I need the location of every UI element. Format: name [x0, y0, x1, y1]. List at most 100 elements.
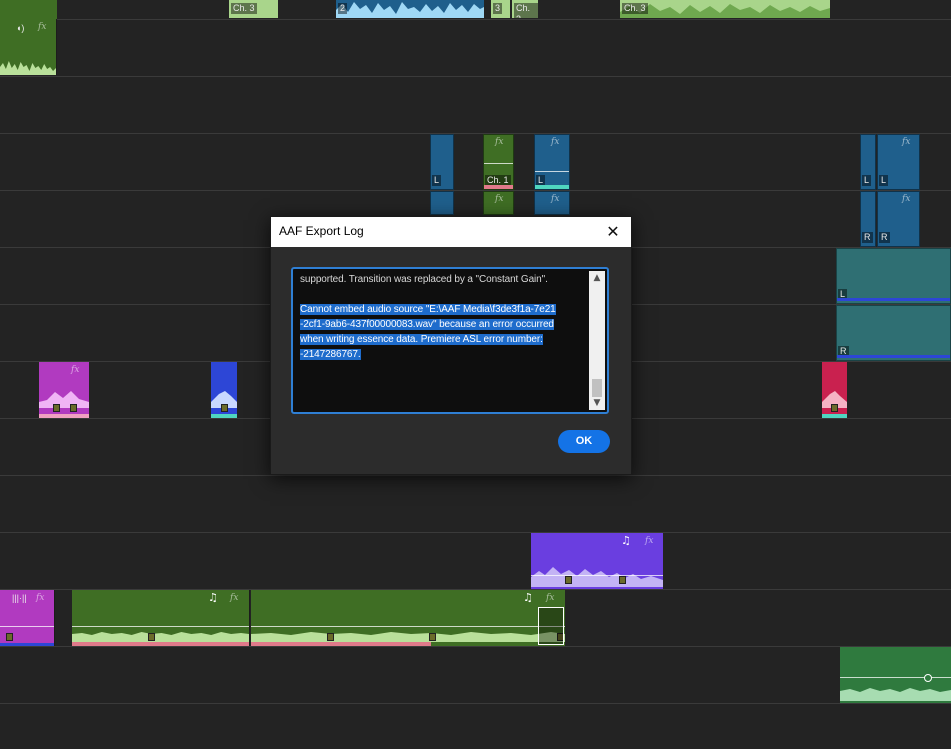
audio-clip[interactable]: 2: [336, 0, 484, 18]
clip-label: Ch. 3: [231, 3, 257, 14]
clip-label: 2: [338, 3, 348, 14]
log-text: supported. Transition was replaced by a …: [300, 272, 586, 362]
track-divider: [0, 190, 951, 191]
keyframe[interactable]: [148, 633, 155, 641]
audio-clip[interactable]: fx: [534, 191, 570, 215]
fx-icon: fx: [495, 194, 504, 204]
export-log-textarea[interactable]: supported. Transition was replaced by a …: [291, 267, 609, 414]
keyframe[interactable]: [221, 404, 228, 412]
audio-clip[interactable]: fx Ch. 1: [483, 134, 514, 190]
clip-indicator: [72, 642, 249, 646]
channel-label: R: [862, 232, 873, 243]
audio-clip[interactable]: ♫ fx: [72, 590, 250, 646]
audio-clip[interactable]: |||·|| fx: [0, 590, 55, 646]
audio-clip[interactable]: fx R: [877, 191, 920, 247]
keyframe[interactable]: [327, 633, 334, 641]
audio-clip[interactable]: L: [860, 134, 876, 190]
audio-clip[interactable]: [822, 362, 847, 418]
audio-clip[interactable]: fx: [39, 362, 89, 418]
audio-clip[interactable]: [211, 362, 237, 418]
ok-button[interactable]: OK: [558, 430, 610, 453]
audio-clip[interactable]: R: [860, 191, 876, 247]
audio-clip[interactable]: [0, 0, 57, 19]
track-divider: [0, 646, 951, 647]
log-line-selected: when writing essence data. Premiere ASL …: [300, 334, 543, 345]
track-divider: [0, 703, 951, 704]
keyframe[interactable]: [924, 674, 932, 682]
track-divider: [0, 19, 951, 20]
volume-line: [535, 171, 569, 172]
close-icon[interactable]: ✕: [601, 220, 625, 244]
volume-line: [484, 163, 513, 164]
waveform: [336, 2, 484, 18]
keyframe[interactable]: [565, 576, 572, 584]
audio-clip[interactable]: Ch. 3: [620, 0, 830, 18]
audio-clip[interactable]: L: [430, 134, 454, 190]
keyframe[interactable]: [6, 633, 13, 641]
clip-indicator: [251, 642, 431, 646]
clip-label: Ch. 3: [514, 3, 538, 18]
music-note-icon: ♫: [208, 591, 218, 604]
channel-label: L: [862, 175, 872, 186]
clip-indicator: [535, 185, 569, 189]
audio-clip[interactable]: Ch. 3: [229, 0, 278, 18]
log-line-selected: -2147286767.: [300, 349, 361, 360]
waveform: [531, 567, 663, 587]
audio-clip[interactable]: fx: [483, 191, 514, 215]
fx-icon: fx: [551, 137, 560, 147]
audio-clip[interactable]: [430, 191, 454, 215]
keyframe[interactable]: [429, 633, 436, 641]
volume-line: [0, 626, 54, 627]
channel-label: L: [432, 175, 442, 186]
track-divider: [0, 133, 951, 134]
clip-indicator: [39, 414, 89, 418]
scroll-down-icon[interactable]: ▼: [589, 396, 605, 410]
audio-clip[interactable]: [840, 647, 951, 703]
music-note-icon: ♫: [621, 534, 631, 547]
volume-line: [72, 626, 249, 627]
log-line-selected: Cannot embed audio source "E:\AAF Media\…: [300, 304, 556, 315]
log-line: supported. Transition was replaced by a …: [300, 274, 548, 285]
dialog-titlebar[interactable]: AAF Export Log ✕: [271, 217, 631, 247]
fx-icon: fx: [546, 593, 555, 603]
clip-indicator: [484, 185, 513, 189]
transition[interactable]: [538, 607, 564, 645]
keyframe[interactable]: [619, 576, 626, 584]
audio-clip[interactable]: R: [836, 305, 951, 361]
clip-indicator: [837, 355, 950, 358]
waveform: [0, 61, 56, 75]
track-divider: [0, 76, 951, 77]
fx-icon: fx: [230, 593, 239, 603]
clip-indicator: [837, 298, 950, 301]
scroll-thumb[interactable]: [592, 379, 602, 397]
speaker-icon: ◖): [16, 23, 25, 33]
keyframe[interactable]: [831, 404, 838, 412]
fx-icon: fx: [902, 137, 911, 147]
audio-clip[interactable]: 3: [491, 0, 510, 18]
volume-line: [251, 626, 565, 627]
channel-label: L: [879, 175, 889, 186]
waveform: [620, 4, 830, 18]
audio-clip[interactable]: fx L: [534, 134, 570, 190]
fx-icon: fx: [551, 194, 560, 204]
track-divider: [0, 532, 951, 533]
audio-clip[interactable]: L: [836, 248, 951, 304]
keyframe[interactable]: [53, 404, 60, 412]
audio-clip[interactable]: ♫ fx: [251, 590, 565, 646]
audio-clip[interactable]: ♫ fx: [531, 533, 663, 589]
fx-icon: fx: [645, 536, 654, 546]
vertical-scrollbar[interactable]: ▲ ▼: [589, 271, 605, 410]
audio-clip[interactable]: fx L: [877, 134, 920, 190]
waveform-icon: |||·||: [12, 593, 27, 603]
audio-clip[interactable]: ◖) fx: [0, 19, 57, 75]
clip-label: Ch. 3: [622, 3, 648, 14]
fx-icon: fx: [38, 22, 47, 32]
scroll-up-icon[interactable]: ▲: [589, 271, 605, 285]
clip-label: 3: [493, 3, 503, 14]
dialog-title: AAF Export Log: [279, 224, 364, 238]
channel-label: R: [879, 232, 890, 243]
clip-indicator: [0, 643, 54, 646]
waveform: [72, 632, 249, 642]
audio-clip[interactable]: Ch. 3: [512, 0, 538, 18]
keyframe[interactable]: [70, 404, 77, 412]
